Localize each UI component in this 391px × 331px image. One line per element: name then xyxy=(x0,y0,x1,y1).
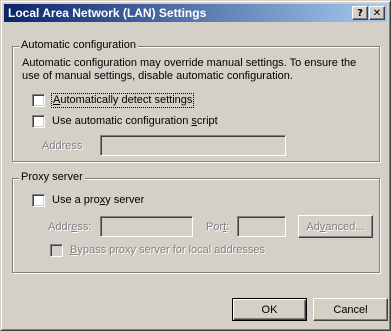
auto-config-script-checkbox[interactable] xyxy=(32,115,45,128)
close-button[interactable]: ✕ xyxy=(369,6,385,20)
auto-detect-checkbox[interactable] xyxy=(32,94,45,107)
auto-detect-label[interactable]: Automatically detect settings xyxy=(50,93,195,108)
auto-config-script-label[interactable]: Use automatic configuration script xyxy=(52,115,218,128)
script-address-label: Address xyxy=(42,140,83,152)
advanced-button[interactable]: Advanced... xyxy=(298,215,373,238)
proxy-address-input[interactable] xyxy=(100,216,193,237)
proxy-server-group: Proxy server Use a proxy server Address:… xyxy=(12,171,380,273)
window-title: Local Area Network (LAN) Settings xyxy=(8,6,207,20)
use-proxy-checkbox[interactable] xyxy=(32,194,45,207)
use-proxy-label[interactable]: Use a proxy server xyxy=(52,194,144,207)
ok-button[interactable]: OK xyxy=(232,298,307,321)
cancel-button[interactable]: Cancel xyxy=(313,298,388,321)
proxy-port-label: Port: xyxy=(206,221,230,233)
proxy-address-label: Address: xyxy=(48,221,92,233)
proxy-port-input[interactable] xyxy=(237,216,286,237)
automatic-configuration-description: Automatic configuration may override man… xyxy=(22,57,357,82)
proxy-server-title: Proxy server xyxy=(19,171,85,183)
bypass-local-label[interactable]: Bypass proxy server for local addresses xyxy=(70,244,265,257)
lan-settings-dialog: Local Area Network (LAN) Settings ? ✕ Au… xyxy=(0,0,391,331)
help-button[interactable]: ? xyxy=(352,6,368,20)
automatic-configuration-group: Automatic configuration Automatic config… xyxy=(12,39,380,162)
script-address-input[interactable] xyxy=(100,135,286,156)
automatic-configuration-title: Automatic configuration xyxy=(19,39,138,51)
title-bar: Local Area Network (LAN) Settings ? ✕ xyxy=(4,4,387,22)
bypass-local-checkbox[interactable] xyxy=(50,244,63,257)
